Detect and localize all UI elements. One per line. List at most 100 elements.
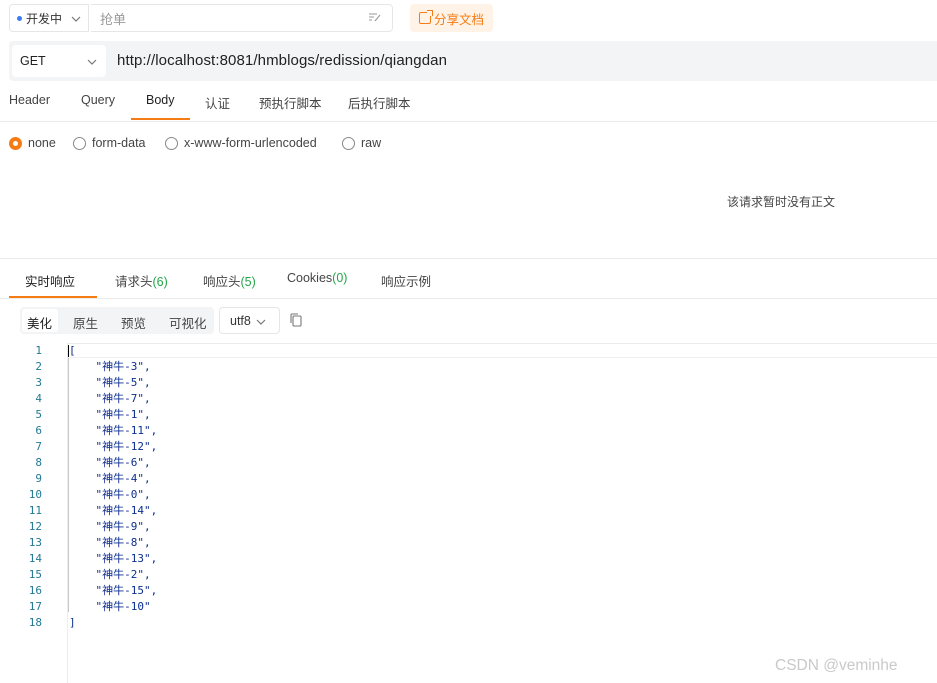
- share-doc-button[interactable]: 分享文档: [410, 4, 493, 32]
- encoding-select[interactable]: utf8: [219, 307, 280, 334]
- line-number: 3: [35, 376, 42, 389]
- code-line: "神牛-2",: [69, 568, 151, 581]
- line-number: 4: [35, 392, 42, 405]
- tab-body[interactable]: Body: [146, 93, 175, 107]
- tab-live-response[interactable]: 实时响应: [25, 271, 75, 290]
- code-line: "神牛-8",: [69, 536, 151, 549]
- copy-icon[interactable]: [290, 313, 302, 327]
- active-tab-indicator: [131, 118, 190, 120]
- line-number: 16: [28, 584, 42, 597]
- code-line: "神牛-13",: [69, 552, 158, 565]
- view-pretty[interactable]: 美化: [27, 313, 52, 332]
- code-line: "神牛-12",: [69, 440, 158, 453]
- text-cursor: [68, 345, 69, 357]
- code-line: "神牛-11",: [69, 424, 158, 437]
- line-number: 12: [28, 520, 42, 533]
- method-label: GET: [20, 54, 46, 68]
- tab-response-headers[interactable]: 响应头(5): [203, 271, 256, 290]
- code-line: "神牛-14",: [69, 504, 158, 517]
- radio-circle: [9, 136, 22, 150]
- code-line: "神牛-3",: [69, 360, 151, 373]
- line-number: 1: [35, 344, 42, 357]
- environment-label: 开发中: [26, 11, 63, 26]
- environment-select[interactable]: 开发中: [9, 4, 89, 32]
- current-line-border: [67, 357, 937, 358]
- line-number: 17: [28, 600, 42, 613]
- method-select[interactable]: GET: [12, 45, 106, 77]
- api-name-value: 抢单: [100, 11, 127, 27]
- section-divider: [0, 258, 937, 259]
- line-number: 8: [35, 456, 42, 469]
- radio-circle: [165, 136, 178, 150]
- code-line: "神牛-4",: [69, 472, 151, 485]
- url-input[interactable]: http://localhost:8081/hmblogs/redission/…: [117, 52, 447, 69]
- radio-label: x-www-form-urlencoded: [184, 136, 317, 150]
- line-number: 13: [28, 536, 42, 549]
- line-number: 11: [28, 504, 42, 517]
- radio-circle: [73, 136, 86, 150]
- code-line: "神牛-6",: [69, 456, 151, 469]
- tab-pre-script[interactable]: 预执行脚本: [259, 93, 322, 112]
- tab-label: 请求头: [115, 275, 153, 289]
- line-number: 9: [35, 472, 42, 485]
- edit-description-icon[interactable]: [368, 12, 382, 25]
- api-name-input[interactable]: 抢单: [91, 4, 393, 32]
- tab-response-examples[interactable]: 响应示例: [381, 271, 431, 290]
- tab-label: 响应示例: [381, 275, 432, 289]
- share-doc-label: 分享文档: [433, 12, 484, 27]
- empty-body-message: 该请求暂时没有正文: [727, 195, 836, 209]
- line-number: 14: [28, 552, 42, 565]
- chevron-down-icon: [256, 314, 266, 328]
- encoding-label: utf8: [230, 313, 251, 328]
- code-line: "神牛-10": [69, 600, 151, 613]
- tab-label: 实时响应: [25, 275, 76, 289]
- tab-label: Cookies: [287, 271, 333, 285]
- radio-none[interactable]: none: [9, 136, 56, 150]
- editor-border: [67, 343, 937, 344]
- view-preview[interactable]: 预览: [121, 313, 146, 332]
- tab-cookies[interactable]: Cookies(0): [287, 271, 347, 285]
- line-number: 10: [28, 488, 42, 501]
- environment-status-dot: [17, 15, 22, 21]
- tab-label: 响应头: [203, 275, 241, 289]
- line-number: 7: [35, 440, 42, 453]
- code-line: [: [69, 344, 76, 357]
- chevron-down-icon: [87, 54, 97, 68]
- line-number: 15: [28, 568, 42, 581]
- code-line: "神牛-9",: [69, 520, 151, 533]
- radio-urlencoded[interactable]: x-www-form-urlencoded: [165, 136, 317, 150]
- radio-raw[interactable]: raw: [342, 136, 381, 150]
- tabs-divider: [0, 298, 937, 299]
- code-line: "神牛-5",: [69, 376, 151, 389]
- tab-header[interactable]: Header: [9, 93, 50, 107]
- tab-query[interactable]: Query: [81, 93, 115, 107]
- code-line: "神牛-7",: [69, 392, 151, 405]
- tab-post-script[interactable]: 后执行脚本: [348, 93, 411, 112]
- line-number: 6: [35, 424, 42, 437]
- chevron-down-icon: [71, 11, 81, 25]
- radio-label: none: [28, 136, 56, 150]
- share-icon: [418, 10, 433, 24]
- tab-count: (6): [152, 275, 168, 289]
- tab-request-headers[interactable]: 请求头(6): [115, 271, 168, 290]
- tab-auth[interactable]: 认证: [205, 93, 230, 112]
- radio-label: raw: [361, 136, 382, 150]
- code-line: "神牛-15",: [69, 584, 158, 597]
- view-visualize[interactable]: 可视化: [169, 313, 207, 332]
- line-number-gutter: 1 2 3 4 5 6 7 8 9 10 11 12 13 14 15 16 17 18: [0, 343, 42, 631]
- radio-circle: [342, 136, 355, 150]
- tab-count: (5): [240, 275, 256, 289]
- view-raw[interactable]: 原生: [73, 313, 98, 332]
- line-number: 18: [28, 616, 42, 629]
- line-number: 5: [35, 408, 42, 421]
- radio-form-data[interactable]: form-data: [73, 136, 146, 150]
- response-code-editor[interactable]: [ "神牛-3", "神牛-5", "神牛-7", "神牛-1", "神牛-11…: [69, 343, 157, 631]
- line-number: 2: [35, 360, 42, 373]
- watermark: CSDN @veminhe: [775, 657, 898, 674]
- tab-count: (0): [332, 271, 348, 285]
- code-line: "神牛-0",: [69, 488, 151, 501]
- radio-label: form-data: [92, 136, 146, 150]
- request-tabs: Header Query Body 认证 预执行脚本 后执行脚本: [0, 88, 937, 122]
- code-line: ]: [69, 616, 76, 629]
- code-line: "神牛-1",: [69, 408, 151, 421]
